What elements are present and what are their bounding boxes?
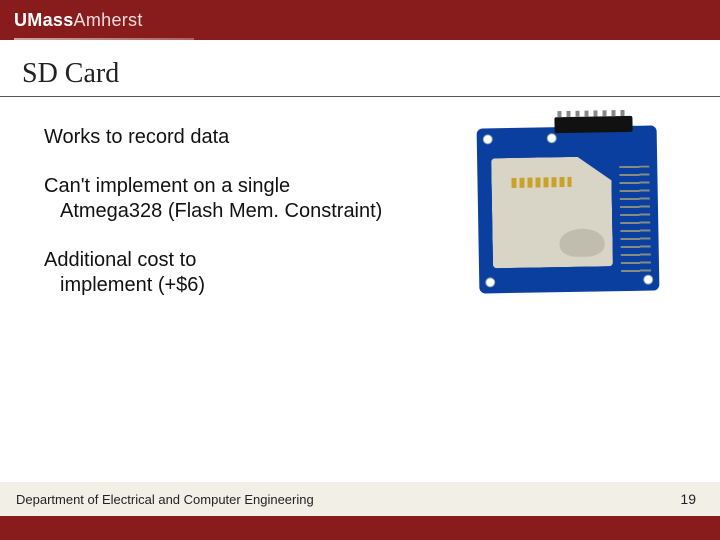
logo-underline xyxy=(14,38,194,40)
mount-hole-icon xyxy=(483,134,493,144)
slide-body: Works to record data Can't implement on … xyxy=(0,97,720,298)
logo-umass: UMass xyxy=(14,10,74,30)
header-pins-icon xyxy=(554,116,632,133)
header-bar: UMassAmherst xyxy=(0,0,720,40)
bullet-2-line2: Atmega328 (Flash Mem. Constraint) xyxy=(44,199,414,224)
pcb-traces-icon xyxy=(619,166,651,277)
umass-logo: UMassAmherst xyxy=(14,10,143,31)
slide-title: SD Card xyxy=(22,58,720,90)
page-number: 19 xyxy=(680,491,696,507)
mount-hole-icon xyxy=(643,275,653,285)
bullet-1-line1: Works to record data xyxy=(44,126,229,148)
pcb-board-icon xyxy=(477,125,660,293)
bullet-2: Can't implement on a single Atmega328 (F… xyxy=(44,174,414,224)
bullet-2-line1: Can't implement on a single xyxy=(44,175,290,197)
mount-hole-icon xyxy=(485,277,495,287)
sd-card-icon xyxy=(491,156,613,268)
footer-department: Department of Electrical and Computer En… xyxy=(16,492,314,507)
bullet-3: Additional cost to implement (+$6) xyxy=(44,248,414,298)
logo-amherst: Amherst xyxy=(74,10,143,30)
sd-contacts-icon xyxy=(511,177,571,188)
footer-light-bar: Department of Electrical and Computer En… xyxy=(0,482,720,516)
bullet-3-line2: implement (+$6) xyxy=(44,273,414,298)
mount-hole-icon xyxy=(547,133,557,143)
bullet-3-line1: Additional cost to xyxy=(44,249,196,271)
bullet-1: Works to record data xyxy=(44,125,414,150)
sd-module-image xyxy=(478,127,678,307)
